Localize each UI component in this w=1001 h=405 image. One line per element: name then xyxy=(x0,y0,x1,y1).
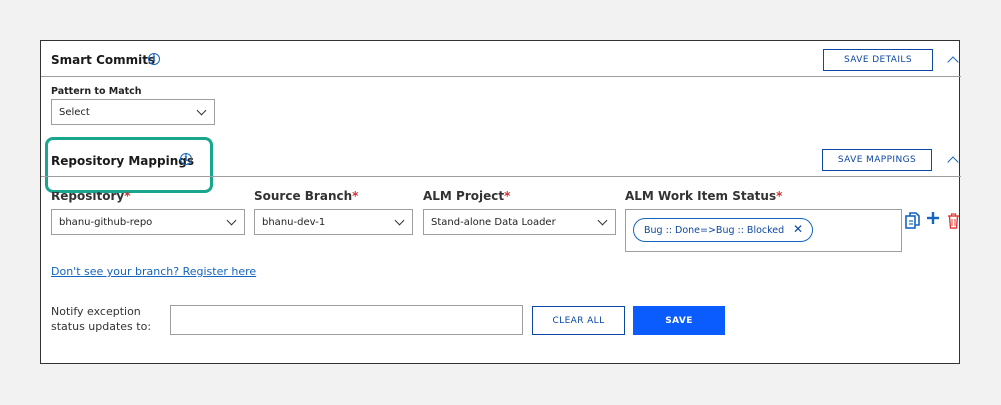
highlight-box xyxy=(45,137,213,193)
source-branch-select-value: bhanu-dev-1 xyxy=(262,216,326,228)
chevron-down-icon xyxy=(394,215,405,226)
divider xyxy=(41,176,961,177)
info-icon[interactable]: i xyxy=(148,53,160,65)
status-chip: Bug :: Done=>Bug :: Blocked ✕ xyxy=(633,218,813,242)
collapse-chevron-icon[interactable] xyxy=(947,56,959,68)
alm-project-select-value: Stand-alone Data Loader xyxy=(431,216,556,228)
notify-label: Notify exception status updates to: xyxy=(51,305,152,333)
clear-all-button[interactable]: CLEAR ALL xyxy=(532,306,625,335)
source-branch-select[interactable]: bhanu-dev-1 xyxy=(254,209,413,235)
alm-status-label: ALM Work Item Status* xyxy=(625,189,783,203)
save-details-button[interactable]: SAVE DETAILS xyxy=(823,49,933,71)
chevron-down-icon xyxy=(597,215,608,226)
settings-panel: Smart Commits i SAVE DETAILS Pattern to … xyxy=(40,40,961,364)
save-button[interactable]: SAVE xyxy=(633,306,725,335)
chevron-down-icon xyxy=(226,215,237,226)
repository-select[interactable]: bhanu-github-repo xyxy=(51,209,245,235)
status-chip-label: Bug :: Done=>Bug :: Blocked xyxy=(644,224,785,236)
save-mappings-button[interactable]: SAVE MAPPINGS xyxy=(822,149,932,171)
register-branch-link[interactable]: Don't see your branch? Register here xyxy=(51,265,256,278)
smart-commits-title: Smart Commits xyxy=(51,53,156,67)
alm-status-multiselect[interactable]: Bug :: Done=>Bug :: Blocked ✕ xyxy=(625,209,902,252)
copy-icon[interactable] xyxy=(905,212,921,230)
repository-select-value: bhanu-github-repo xyxy=(59,216,153,228)
source-branch-label: Source Branch* xyxy=(254,189,359,203)
chevron-down-icon xyxy=(196,105,207,116)
delete-icon[interactable] xyxy=(947,213,960,229)
pattern-label: Pattern to Match xyxy=(51,86,142,97)
pattern-select-value: Select xyxy=(59,106,90,118)
pattern-select[interactable]: Select xyxy=(51,99,215,125)
alm-project-label: ALM Project* xyxy=(423,189,511,203)
add-icon[interactable] xyxy=(926,211,940,225)
remove-chip-icon[interactable]: ✕ xyxy=(793,222,803,236)
notify-email-input[interactable] xyxy=(170,305,523,335)
collapse-chevron-icon[interactable] xyxy=(947,156,959,168)
divider xyxy=(41,76,961,77)
alm-project-select[interactable]: Stand-alone Data Loader xyxy=(423,209,616,235)
